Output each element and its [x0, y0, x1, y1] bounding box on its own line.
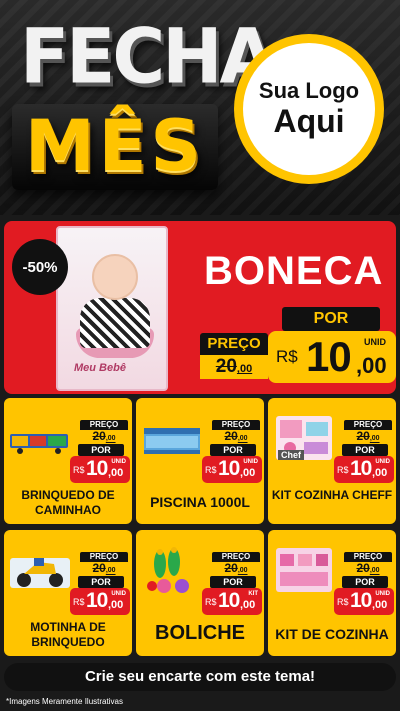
price-cents: ,00 [372, 467, 388, 479]
logo-text-line1: Sua Logo [258, 78, 360, 104]
doll-head [92, 254, 138, 300]
currency-symbol: R$ [276, 347, 298, 366]
por-label: POR [78, 576, 124, 588]
por-label: POR [210, 444, 256, 456]
disclaimer-note: *Imagens Meramente Ilustrativas [6, 697, 123, 706]
product-card[interactable]: PREÇO 20,00 POR R$ 10,00 UNID KIT DE COZINHA [268, 530, 396, 656]
old-price-tag: PREÇO 20,00 [212, 552, 260, 575]
price-tag: R$ 10,00 UNID [334, 588, 394, 615]
price-cents: ,00 [372, 599, 388, 611]
price-tag: R$ 10,00 KIT [202, 588, 262, 615]
currency-symbol: R$ [73, 465, 85, 475]
hero-price-tag: R$ 10 ,00 UNID [268, 331, 396, 383]
por-label: POR [342, 576, 388, 588]
truck-toy-icon [8, 412, 72, 464]
old-price-tag: PREÇO 20,00 [80, 420, 128, 443]
currency-symbol: R$ [205, 597, 217, 607]
old-price-value: 20,00 [212, 562, 260, 575]
por-label: POR [78, 444, 124, 456]
title-mes: MÊS [25, 105, 205, 187]
box-brand-text: Chef [278, 450, 304, 460]
old-price-value: 20,00 [200, 355, 268, 379]
product-name: BOLICHE [155, 622, 245, 644]
pool-icon [140, 412, 204, 464]
price-integer: 10 [218, 457, 240, 480]
old-price-tag: PREÇO 20,00 [344, 552, 392, 575]
hero-offer[interactable]: -50% Meu Bebê BONECA PREÇO 20,00 POR R$ … [4, 221, 396, 394]
price-cents: ,00 [356, 353, 387, 378]
price-tag: R$ 10,00 UNID [70, 588, 130, 615]
unit-label: UNID [375, 591, 390, 597]
price-integer: 10 [86, 589, 108, 612]
unit-label: KIT [248, 591, 258, 597]
old-price-value: 20,00 [344, 430, 392, 443]
price-tag: R$ 10,00 UNID [334, 456, 394, 483]
kitchen-kit-icon [272, 544, 336, 596]
doll-box-label: Meu Bebê [74, 362, 126, 374]
title-fecha: FECHA [20, 11, 275, 101]
price-cents: ,00 [108, 599, 124, 611]
old-price-value: 20,00 [212, 430, 260, 443]
price-tag: R$ 10,00 UNID [70, 456, 130, 483]
product-name: MOTINHA DE BRINQUEDO [30, 620, 106, 649]
por-label: POR [210, 576, 256, 588]
product-card[interactable]: PREÇO 20,00 POR R$ 10,00 UNID MOTINHA DE BRINQ… [4, 530, 132, 656]
product-name: BRINQUEDO DE CAMINHAO [21, 488, 115, 517]
header-banner: FECHA MÊS Sua Logo Aqui [0, 0, 400, 215]
doll-dress [80, 298, 150, 348]
old-price-value: 20,00 [80, 430, 128, 443]
old-price-tag: PREÇO 20,00 [212, 420, 260, 443]
unit-label: UNID [364, 337, 386, 347]
product-card[interactable]: PREÇO 20,00 POR R$ 10,00 KIT BOLICHE [136, 530, 264, 656]
por-label: POR [282, 307, 380, 331]
price-tag: R$ 10,00 UNID [202, 456, 262, 483]
currency-symbol: R$ [205, 465, 217, 475]
cta-banner[interactable]: Crie seu encarte com este tema! [4, 663, 396, 691]
unit-label: UNID [111, 591, 126, 597]
currency-symbol: R$ [337, 597, 349, 607]
product-name: PISCINA 1000L [150, 494, 250, 510]
old-price-tag: PREÇO 20,00 [80, 552, 128, 575]
product-card[interactable]: PREÇO 20,00 POR R$ 10,00 UNID PISCINA 1000L [136, 398, 264, 524]
doll-product-image: Meu Bebê [56, 226, 168, 391]
price-integer: 10 [218, 589, 240, 612]
price-cents: ,00 [240, 467, 256, 479]
hero-old-price: PREÇO 20,00 [200, 333, 268, 379]
title-mes-plate: MÊS [12, 104, 218, 190]
price-integer: 10 [350, 457, 372, 480]
hero-product-name: BONECA [204, 249, 384, 293]
logo-placeholder[interactable]: Sua Logo Aqui [234, 34, 384, 184]
unit-label: UNID [111, 459, 126, 465]
price-integer: 10 [86, 457, 108, 480]
currency-symbol: R$ [337, 465, 349, 475]
logo-inner: Sua Logo Aqui [243, 43, 375, 175]
discount-badge: -50% [12, 239, 68, 295]
por-label: POR [342, 444, 388, 456]
unit-label: UNID [375, 459, 390, 465]
price-integer: 10 [306, 333, 352, 380]
preco-label: PREÇO [200, 333, 268, 355]
product-name: KIT DE COZINHA [275, 626, 389, 642]
logo-text-line2: Aqui [273, 102, 345, 139]
product-name: KIT COZINHA CHEFF [271, 488, 393, 502]
toy-motorcycle-icon [8, 544, 72, 596]
bowling-icon [140, 544, 204, 596]
price-integer: 10 [350, 589, 372, 612]
currency-symbol: R$ [73, 597, 85, 607]
old-price-value: 20,00 [344, 562, 392, 575]
product-card[interactable]: PREÇO 20,00 POR R$ 10,00 UNID BRINQUEDO DE CAM… [4, 398, 132, 524]
price-cents: ,00 [240, 599, 256, 611]
price-cents: ,00 [108, 467, 124, 479]
old-price-tag: PREÇO 20,00 [344, 420, 392, 443]
old-price-value: 20,00 [80, 562, 128, 575]
product-card[interactable]: PREÇO 20,00 POR R$ 10,00 UNID KIT COZINHA CHEF… [268, 398, 396, 524]
unit-label: UNID [243, 459, 258, 465]
